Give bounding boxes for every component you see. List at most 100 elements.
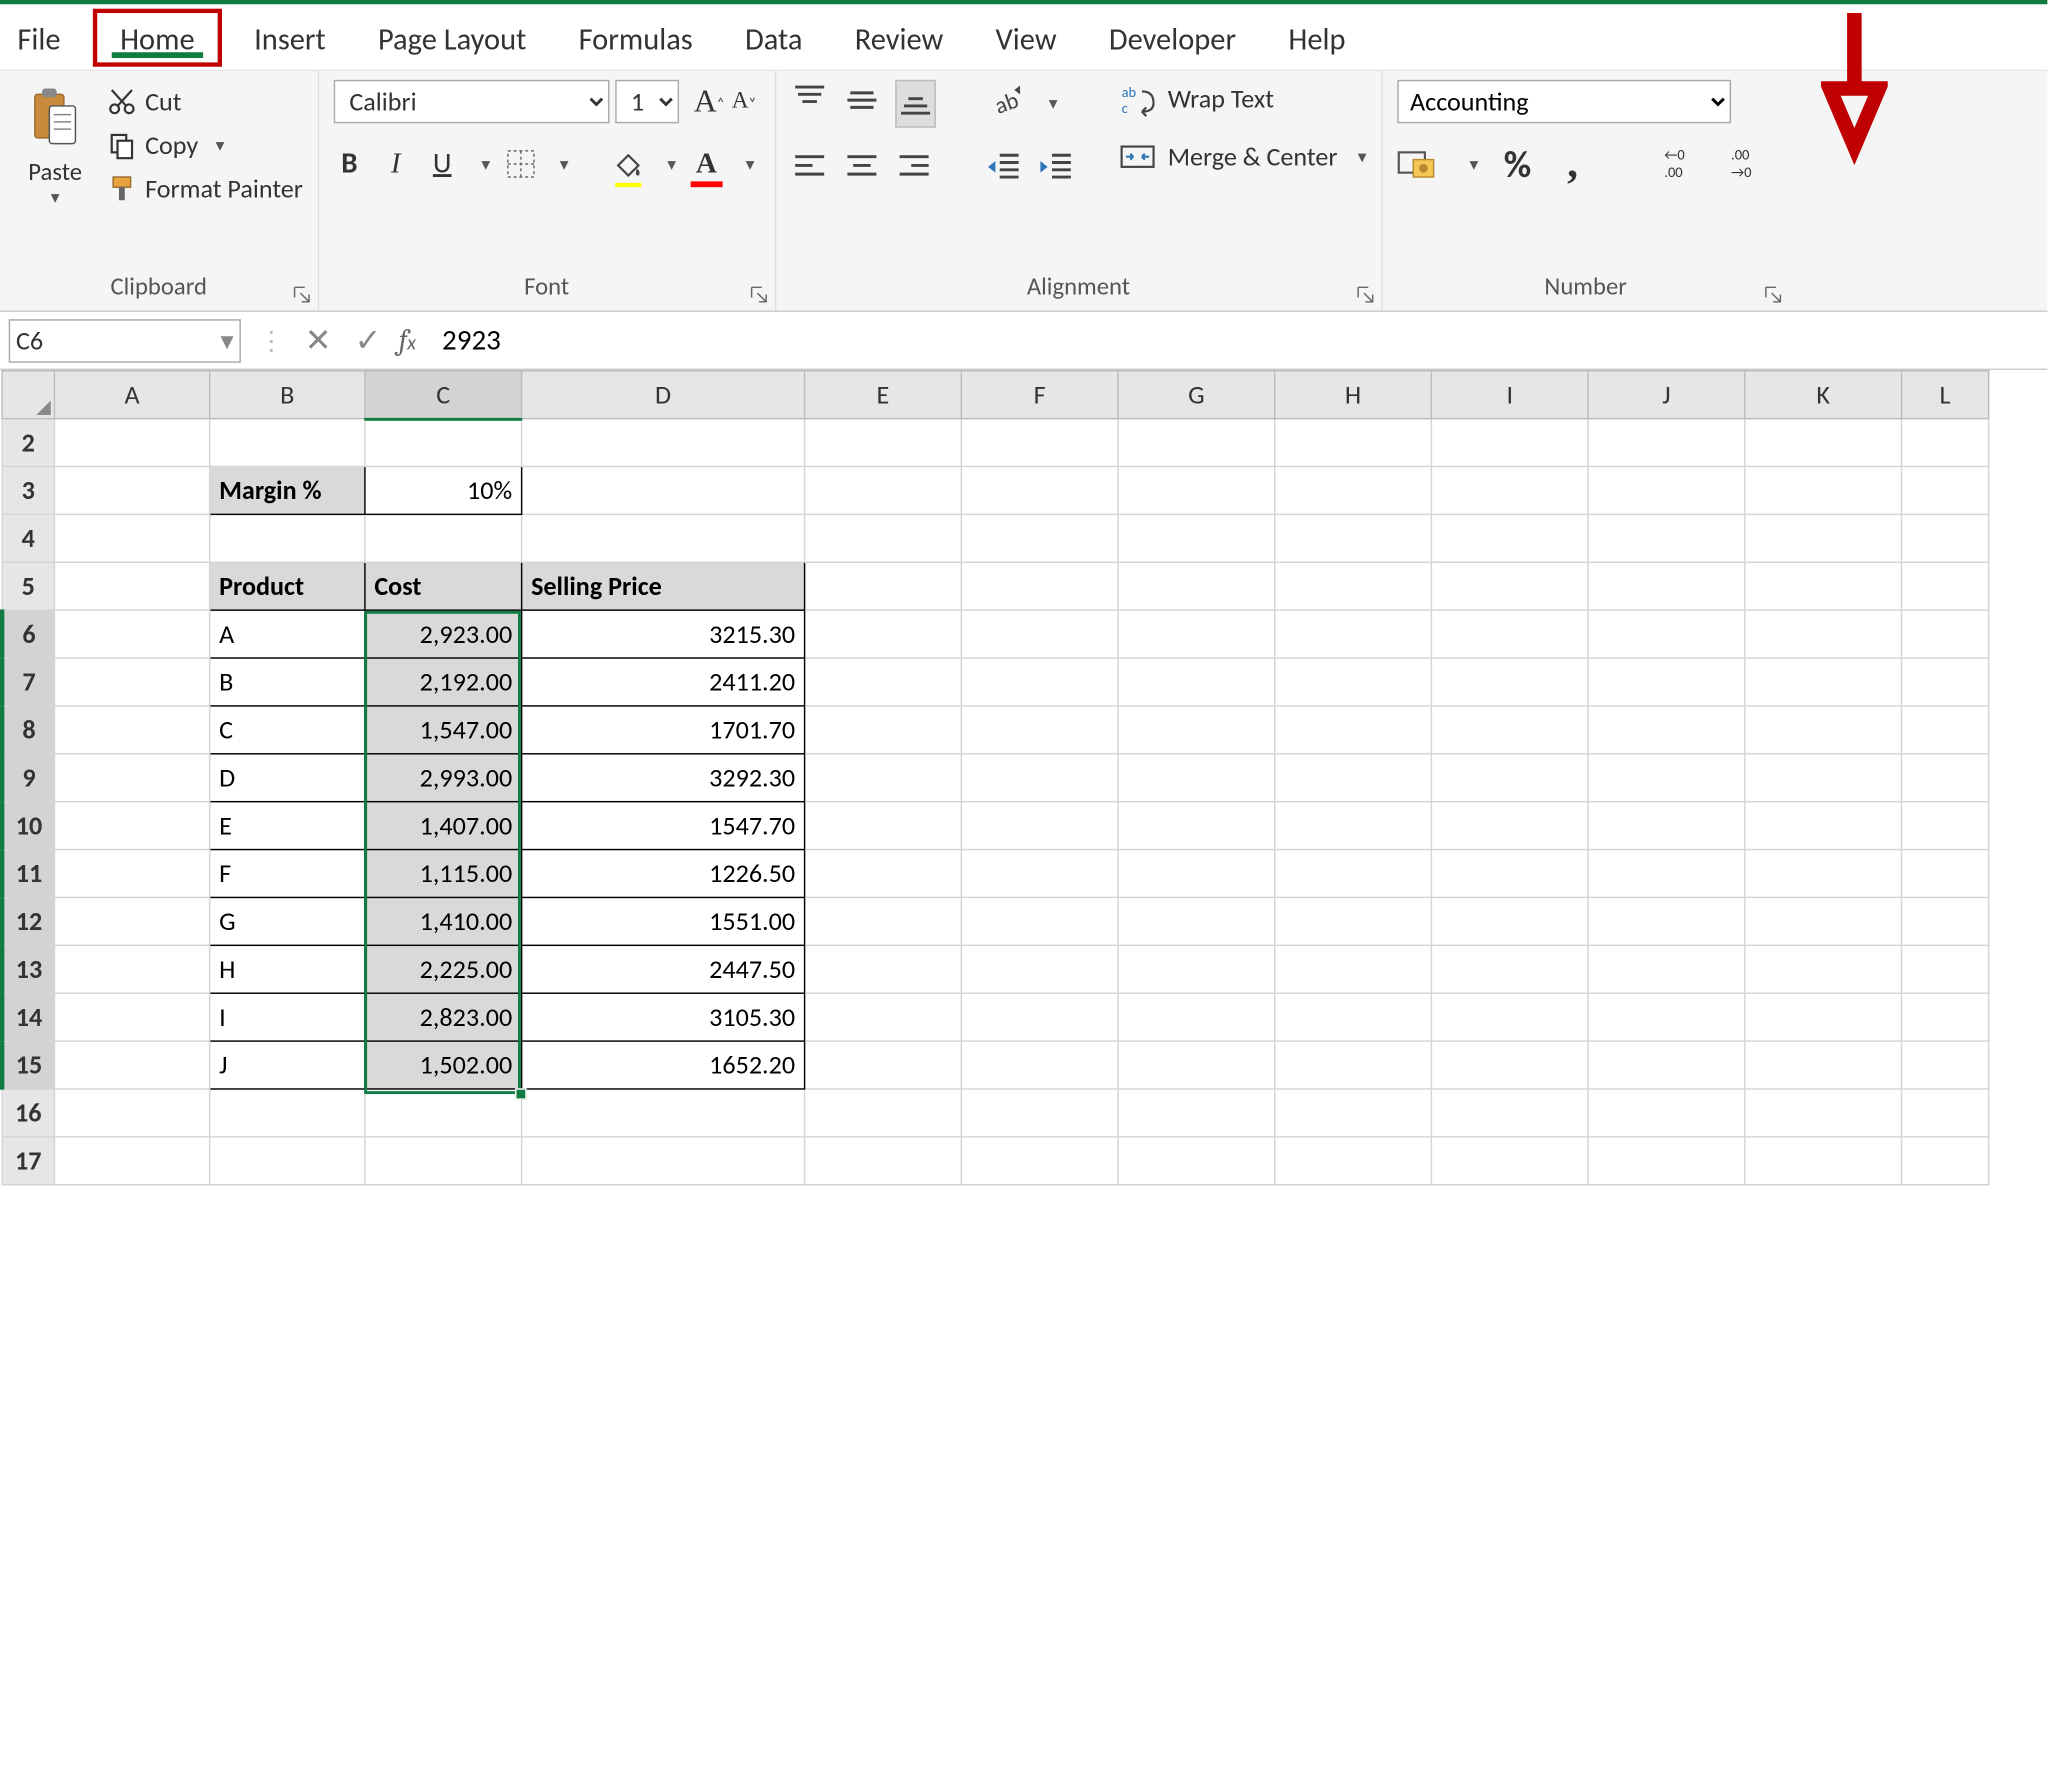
cell-I14[interactable] <box>1431 993 1588 1041</box>
cell-L7[interactable] <box>1902 658 1989 706</box>
cell-K14[interactable] <box>1745 993 1902 1041</box>
accounting-format-button[interactable] <box>1397 144 1438 185</box>
cell-C13[interactable]: 2,225.00 <box>365 945 522 993</box>
cell-I7[interactable] <box>1431 658 1588 706</box>
underline-button[interactable]: U <box>426 144 458 185</box>
cell-C4[interactable] <box>365 514 522 562</box>
cell-B2[interactable] <box>210 419 365 467</box>
chevron-down-icon[interactable]: ▾ <box>216 134 225 156</box>
align-bottom-button[interactable] <box>895 80 936 128</box>
row-header[interactable]: 7 <box>2 658 54 706</box>
cell-L14[interactable] <box>1902 993 1989 1041</box>
merge-center-button[interactable]: Merge & Center▾ <box>1118 138 1366 176</box>
tab-insert[interactable]: Insert <box>228 8 352 66</box>
cell-G13[interactable] <box>1118 945 1275 993</box>
chevron-down-icon[interactable]: ▾ <box>15 187 96 209</box>
cell-K13[interactable] <box>1745 945 1902 993</box>
cell-K10[interactable] <box>1745 802 1902 850</box>
tab-page-layout[interactable]: Page Layout <box>352 8 553 66</box>
cell-K12[interactable] <box>1745 897 1902 945</box>
cell-B3[interactable]: Margin % <box>210 466 365 514</box>
column-header[interactable]: C <box>365 371 522 419</box>
cell-D8[interactable]: 1701.70 <box>522 706 805 754</box>
row-header[interactable]: 9 <box>2 754 54 802</box>
cell-A9[interactable] <box>54 754 209 802</box>
column-header[interactable]: D <box>522 371 805 419</box>
cell-L10[interactable] <box>1902 802 1989 850</box>
column-header[interactable]: K <box>1745 371 1902 419</box>
cell-D3[interactable] <box>522 466 805 514</box>
borders-button[interactable] <box>505 144 537 185</box>
cell-C15[interactable]: 1,502.00 <box>365 1041 522 1089</box>
cell-C7[interactable]: 2,192.00 <box>365 658 522 706</box>
increase-font-button[interactable]: A˄ <box>693 81 725 122</box>
cell-B14[interactable]: I <box>210 993 365 1041</box>
cell-I15[interactable] <box>1431 1041 1588 1089</box>
cell-J13[interactable] <box>1588 945 1745 993</box>
tab-developer[interactable]: Developer <box>1083 8 1262 66</box>
cell-J8[interactable] <box>1588 706 1745 754</box>
cell-L13[interactable] <box>1902 945 1989 993</box>
cell-E13[interactable] <box>805 945 962 993</box>
cell-D6[interactable]: 3215.30 <box>522 610 805 658</box>
cell-K6[interactable] <box>1745 610 1902 658</box>
cell-H12[interactable] <box>1275 897 1432 945</box>
cell-F4[interactable] <box>961 514 1118 562</box>
cell-D5[interactable]: Selling Price <box>522 562 805 610</box>
decrease-decimal-button[interactable]: .00→0 <box>1731 144 1775 185</box>
cell-D15[interactable]: 1652.20 <box>522 1041 805 1089</box>
fx-icon[interactable]: fx <box>399 324 416 357</box>
cell-B5[interactable]: Product <box>210 562 365 610</box>
dialog-launcher-icon[interactable] <box>1763 284 1783 304</box>
cell-H3[interactable] <box>1275 466 1432 514</box>
cell-B10[interactable]: E <box>210 802 365 850</box>
cell-A14[interactable] <box>54 993 209 1041</box>
cell-L11[interactable] <box>1902 850 1989 898</box>
cell-L15[interactable] <box>1902 1041 1989 1089</box>
cell-A16[interactable] <box>54 1089 209 1137</box>
chevron-down-icon[interactable]: ▾ <box>746 153 755 175</box>
row-header[interactable]: 17 <box>2 1137 54 1185</box>
chevron-down-icon[interactable]: ▾ <box>1470 153 1479 175</box>
row-header[interactable]: 15 <box>2 1041 54 1089</box>
cell-J17[interactable] <box>1588 1137 1745 1185</box>
cell-H6[interactable] <box>1275 610 1432 658</box>
cell-D17[interactable] <box>522 1137 805 1185</box>
cell-B17[interactable] <box>210 1137 365 1185</box>
format-painter-button[interactable]: Format Painter <box>107 173 303 205</box>
font-color-button[interactable]: A <box>690 144 722 185</box>
tab-home[interactable]: Home <box>93 8 223 66</box>
cell-I2[interactable] <box>1431 419 1588 467</box>
cell-C14[interactable]: 2,823.00 <box>365 993 522 1041</box>
increase-decimal-button[interactable]: ←0.00 <box>1664 144 1708 185</box>
decrease-indent-button[interactable] <box>985 148 1023 193</box>
cell-E14[interactable] <box>805 993 962 1041</box>
column-header[interactable]: G <box>1118 371 1275 419</box>
cell-C3[interactable]: 10% <box>365 466 522 514</box>
cell-A5[interactable] <box>54 562 209 610</box>
cell-K16[interactable] <box>1745 1089 1902 1137</box>
cell-G12[interactable] <box>1118 897 1275 945</box>
chevron-down-icon[interactable]: ▾ <box>1049 93 1058 115</box>
cell-C6[interactable]: 2,923.00 <box>365 610 522 658</box>
cell-C10[interactable]: 1,407.00 <box>365 802 522 850</box>
cell-E17[interactable] <box>805 1137 962 1185</box>
cell-I16[interactable] <box>1431 1089 1588 1137</box>
cell-F7[interactable] <box>961 658 1118 706</box>
cell-G15[interactable] <box>1118 1041 1275 1089</box>
row-header[interactable]: 14 <box>2 993 54 1041</box>
cell-J6[interactable] <box>1588 610 1745 658</box>
chevron-down-icon[interactable]: ▾ <box>481 153 490 175</box>
cell-G5[interactable] <box>1118 562 1275 610</box>
cell-C12[interactable]: 1,410.00 <box>365 897 522 945</box>
chevron-down-icon[interactable]: ▾ <box>667 153 676 175</box>
cell-G7[interactable] <box>1118 658 1275 706</box>
formula-input[interactable] <box>428 323 2048 358</box>
tab-file[interactable]: File <box>6 8 87 66</box>
cell-H7[interactable] <box>1275 658 1432 706</box>
cell-D9[interactable]: 3292.30 <box>522 754 805 802</box>
percent-style-button[interactable]: % <box>1501 144 1533 185</box>
column-header[interactable]: I <box>1431 371 1588 419</box>
wrap-text-button[interactable]: abc Wrap Text <box>1118 80 1366 118</box>
align-right-button[interactable] <box>895 148 933 193</box>
